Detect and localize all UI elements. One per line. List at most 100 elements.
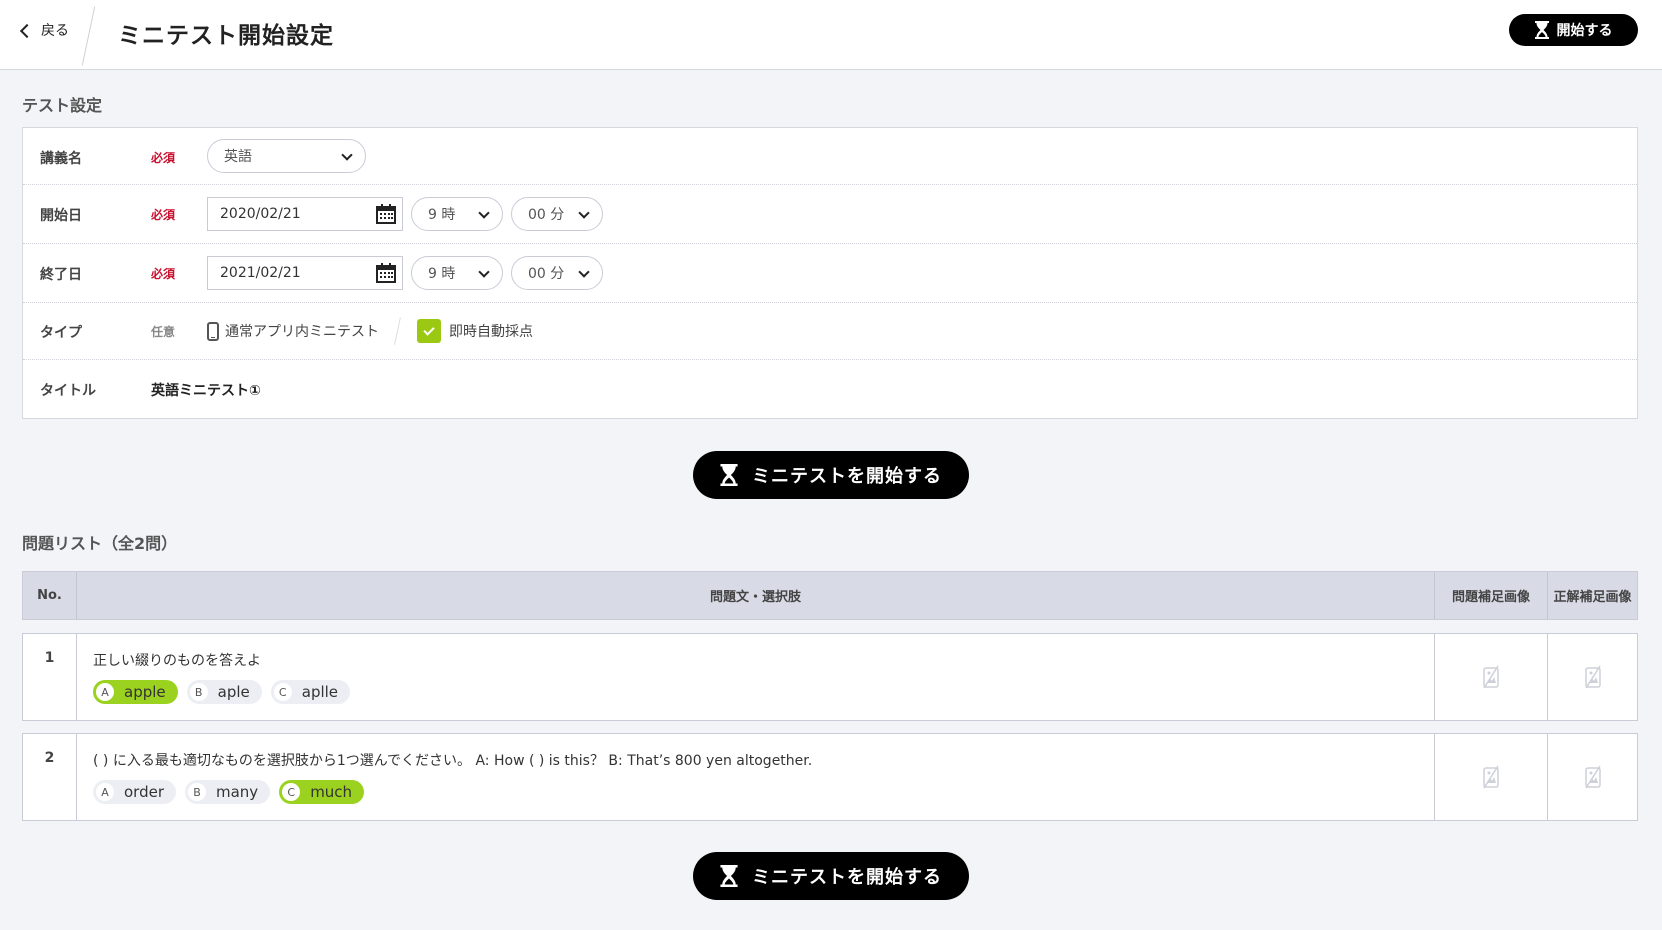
choice-letter: A bbox=[96, 683, 114, 701]
end-minute-select[interactable]: 00 分 bbox=[511, 256, 603, 290]
answer-image-cell bbox=[1547, 634, 1637, 720]
check-icon bbox=[423, 323, 435, 336]
back-button[interactable]: 戻る bbox=[19, 20, 69, 40]
end-hour-value: 9 時 bbox=[428, 266, 456, 282]
chevron-down-icon bbox=[341, 149, 353, 161]
end-date-input[interactable]: 2021/02/21 bbox=[207, 256, 403, 290]
choice-text: many bbox=[216, 783, 259, 801]
choice-text: order bbox=[124, 783, 164, 801]
start-minitest-label: ミニテストを開始する bbox=[752, 867, 942, 888]
required-badge: 必須 bbox=[151, 208, 176, 222]
chevron-down-icon bbox=[578, 207, 590, 219]
required-badge: 必須 bbox=[151, 267, 176, 281]
start-minute-select[interactable]: 00 分 bbox=[511, 197, 603, 231]
hourglass-icon bbox=[720, 464, 738, 486]
title-row: タイトル 英語ミニテスト① bbox=[23, 360, 1637, 418]
lecture-label: 講義名 bbox=[40, 151, 82, 167]
optional-badge: 任意 bbox=[151, 325, 176, 339]
column-header-question: 問題文・選択肢 bbox=[76, 572, 1434, 619]
calendar-icon[interactable] bbox=[376, 204, 396, 224]
hourglass-icon bbox=[720, 865, 738, 887]
end-date-label: 終了日 bbox=[40, 267, 82, 283]
chevron-down-icon bbox=[478, 207, 490, 219]
auto-grade-item[interactable]: 即時自動採点 bbox=[417, 319, 533, 343]
app-type-label: 通常アプリ内ミニテスト bbox=[225, 324, 379, 340]
question-content: 正しい綴りのものを答えよ A apple B aple C aplle bbox=[76, 634, 1434, 720]
question-content: ( ) に入る最も適切なものを選択肢から1つ選んでください。 A: How ( … bbox=[76, 734, 1434, 820]
question-row: 1 正しい綴りのものを答えよ A apple B aple C aplle bbox=[22, 633, 1638, 721]
start-date-row: 開始日 必須 2020/02/21 9 時 00 分 bbox=[23, 185, 1637, 244]
lecture-select-value: 英語 bbox=[224, 149, 252, 165]
choice-chip-correct: C much bbox=[279, 780, 365, 804]
choice-letter: C bbox=[273, 683, 292, 701]
column-header-answer-image: 正解補足画像 bbox=[1547, 572, 1637, 619]
title-label: タイトル bbox=[40, 383, 96, 399]
choice-chip: B aple bbox=[186, 680, 262, 704]
questions-table-header: No. 問題文・選択肢 問題補足画像 正解補足画像 bbox=[22, 571, 1638, 620]
end-hour-select[interactable]: 9 時 bbox=[411, 256, 503, 290]
question-image-cell bbox=[1434, 734, 1547, 820]
start-minitest-label: ミニテストを開始する bbox=[752, 466, 942, 487]
questions-section-title: 問題リスト（全2問） bbox=[22, 534, 178, 553]
page-title: ミニテスト開始設定 bbox=[118, 23, 334, 49]
settings-card: 講義名 必須 英語 開始日 必須 2020/02/21 9 時 00 分 終了日… bbox=[22, 127, 1638, 419]
choice-list: A apple B aple C aplle bbox=[93, 680, 351, 704]
lecture-select[interactable]: 英語 bbox=[207, 139, 366, 173]
start-button-label: 開始する bbox=[1556, 23, 1613, 39]
choice-letter: C bbox=[282, 783, 301, 801]
choice-letter: B bbox=[188, 783, 206, 801]
lecture-row: 講義名 必須 英語 bbox=[23, 128, 1637, 185]
start-date-input[interactable]: 2020/02/21 bbox=[207, 197, 403, 231]
choice-text: apple bbox=[124, 683, 166, 701]
choice-letter: B bbox=[189, 683, 208, 701]
start-button-header[interactable]: 開始する bbox=[1509, 14, 1638, 46]
choice-text: aple bbox=[217, 683, 250, 701]
question-text: ( ) に入る最も適切なものを選択肢から1つ選んでください。 A: How ( … bbox=[93, 753, 813, 769]
start-date-value: 2020/02/21 bbox=[220, 206, 301, 222]
start-hour-select[interactable]: 9 時 bbox=[411, 197, 503, 231]
end-date-row: 終了日 必須 2021/02/21 9 時 00 分 bbox=[23, 244, 1637, 303]
column-header-no: No. bbox=[37, 588, 62, 603]
end-date-value: 2021/02/21 bbox=[220, 265, 301, 281]
answer-image-cell bbox=[1547, 734, 1637, 820]
back-label: 戻る bbox=[41, 23, 69, 39]
smartphone-icon bbox=[207, 321, 219, 341]
question-number: 1 bbox=[44, 650, 55, 666]
column-header-question-image: 問題補足画像 bbox=[1434, 572, 1547, 619]
choice-list: A order B many C much bbox=[93, 780, 365, 804]
app-type-item: 通常アプリ内ミニテスト bbox=[207, 321, 379, 341]
no-image-icon bbox=[1584, 765, 1601, 789]
no-image-icon bbox=[1584, 665, 1601, 689]
type-divider bbox=[394, 317, 401, 345]
hourglass-icon bbox=[1534, 21, 1549, 39]
type-label: タイプ bbox=[40, 325, 82, 341]
start-hour-value: 9 時 bbox=[428, 207, 456, 223]
question-image-cell bbox=[1434, 634, 1547, 720]
calendar-icon[interactable] bbox=[376, 263, 396, 283]
required-badge: 必須 bbox=[151, 151, 176, 165]
start-minitest-button-bottom[interactable]: ミニテストを開始する bbox=[693, 852, 969, 900]
settings-section-title: テスト設定 bbox=[22, 96, 103, 115]
no-image-icon bbox=[1483, 665, 1499, 689]
start-minitest-button[interactable]: ミニテストを開始する bbox=[693, 451, 969, 499]
question-row: 2 ( ) に入る最も適切なものを選択肢から1つ選んでください。 A: How … bbox=[22, 733, 1638, 821]
chevron-down-icon bbox=[578, 266, 590, 278]
start-minute-value: 00 分 bbox=[528, 207, 565, 223]
choice-letter: A bbox=[96, 783, 114, 801]
header-divider bbox=[81, 6, 96, 66]
auto-grade-label: 即時自動採点 bbox=[449, 324, 533, 340]
choice-chip: A order bbox=[93, 780, 176, 804]
choice-text: much bbox=[310, 783, 353, 801]
auto-grade-checkbox[interactable] bbox=[417, 319, 441, 343]
choice-chip: B many bbox=[185, 780, 271, 804]
end-minute-value: 00 分 bbox=[528, 266, 565, 282]
chevron-left-icon bbox=[19, 23, 35, 38]
start-date-label: 開始日 bbox=[40, 208, 82, 224]
choice-chip: C aplle bbox=[270, 680, 351, 704]
title-value: 英語ミニテスト① bbox=[151, 383, 261, 399]
question-number: 2 bbox=[44, 750, 55, 766]
choice-text: aplle bbox=[301, 683, 339, 701]
choice-chip-correct: A apple bbox=[93, 680, 178, 704]
type-row: タイプ 任意 通常アプリ内ミニテスト 即時自動採点 bbox=[23, 303, 1637, 360]
no-image-icon bbox=[1483, 765, 1499, 789]
